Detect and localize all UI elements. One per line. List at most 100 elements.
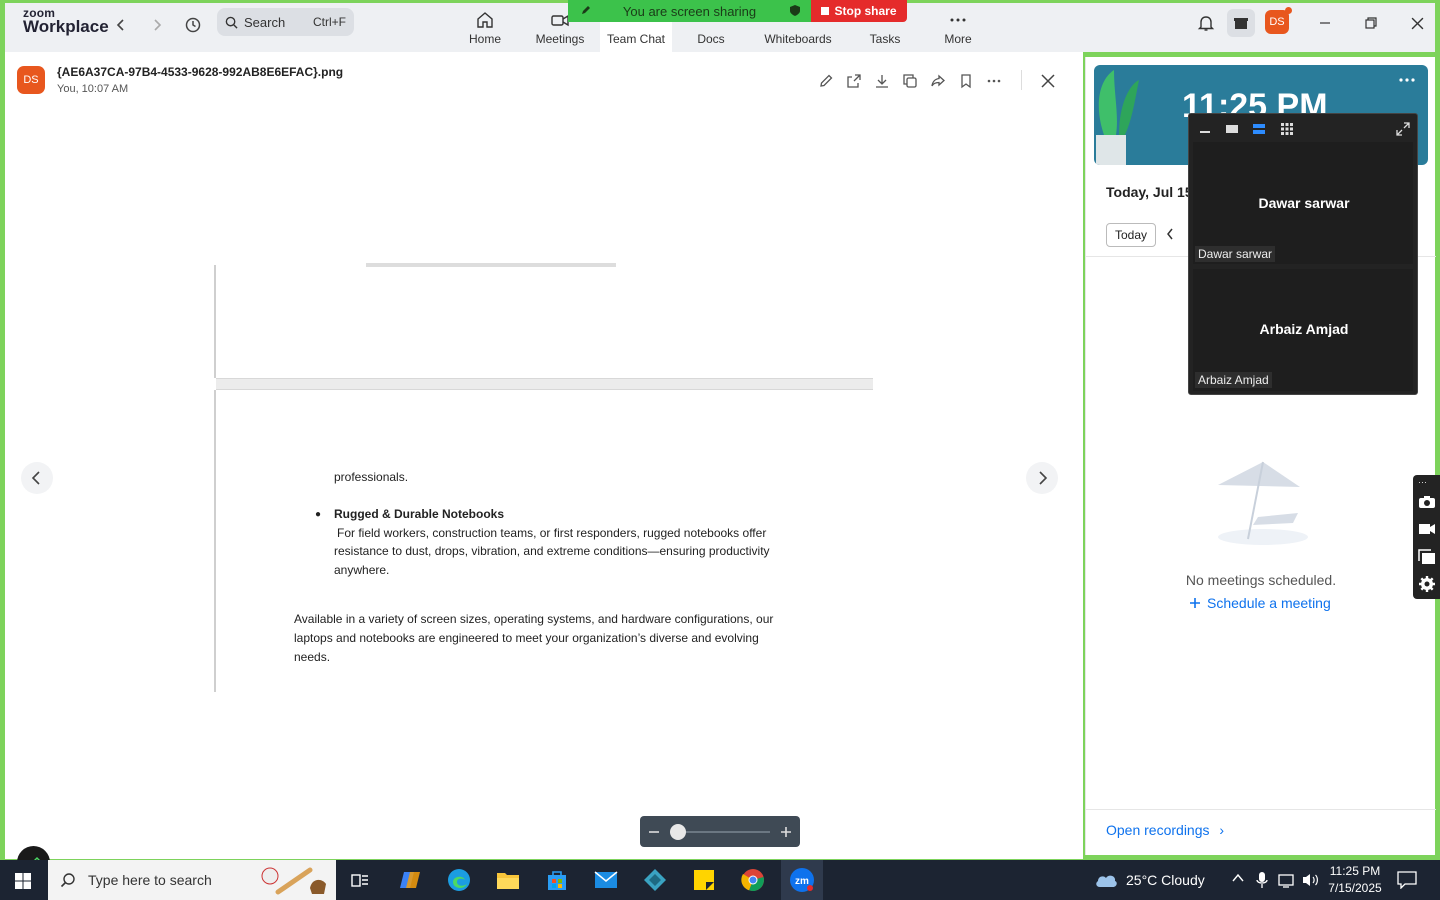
previous-image-button[interactable] [21, 462, 53, 494]
close-window-icon[interactable] [1402, 11, 1432, 35]
side-tools-more-icon[interactable]: ⋯ [1418, 477, 1427, 488]
today-button[interactable]: Today [1106, 223, 1156, 247]
copilot-icon[interactable] [396, 866, 424, 894]
expand-icon[interactable] [1393, 120, 1413, 138]
open-external-icon[interactable] [843, 70, 865, 92]
gallery-view-icon[interactable] [1277, 120, 1297, 138]
store-icon[interactable] [543, 866, 571, 894]
bullet-body-line-3: anywhere. [334, 563, 390, 577]
microphone-icon[interactable] [1256, 871, 1268, 889]
camera-icon[interactable] [1418, 495, 1436, 509]
network-icon[interactable] [1278, 872, 1296, 888]
notification-dot [1285, 7, 1292, 14]
chrome-icon[interactable] [739, 866, 767, 894]
system-date: 7/15/2025 [1328, 881, 1382, 895]
download-icon[interactable] [871, 70, 893, 92]
zoom-app-icon[interactable]: zm [788, 866, 816, 894]
share-forward-icon[interactable] [927, 70, 949, 92]
plant-icon [1096, 70, 1139, 165]
recordings-divider [1086, 809, 1436, 810]
windows-start-icon[interactable] [14, 872, 32, 890]
tab-home[interactable]: Home [465, 3, 505, 52]
calendar-date: Today, Jul 15 [1106, 184, 1193, 200]
strip-view-icon[interactable] [1249, 120, 1269, 138]
user-avatar[interactable]: DS [1265, 10, 1289, 34]
bullet-body-line-1: For field workers, construction teams, o… [337, 526, 767, 540]
gift-icon[interactable] [1227, 9, 1255, 37]
record-video-icon[interactable] [1418, 522, 1436, 536]
no-meetings-text: No meetings scheduled. [1185, 572, 1337, 588]
search-box[interactable]: Search Ctrl+F [217, 8, 354, 36]
clock-more-icon[interactable] [1399, 77, 1415, 83]
open-recordings-link[interactable]: Open recordings › [1106, 822, 1224, 838]
volume-icon[interactable] [1302, 872, 1320, 888]
minimize-video-icon[interactable] [1195, 120, 1215, 138]
floating-side-tools: ⋯ [1413, 475, 1440, 599]
calendar-prev-icon[interactable] [1166, 228, 1174, 240]
settings-gear-icon[interactable] [1418, 575, 1436, 593]
close-viewer-icon[interactable] [1037, 70, 1059, 92]
edge-browser-icon[interactable] [445, 866, 473, 894]
weather-widget[interactable]: 25°C Cloudy [1094, 860, 1205, 900]
file-name: {AE6A37CA-97B4-4533-9628-992AB8E6EFAC}.p… [57, 65, 344, 79]
speaker-view-icon[interactable] [1222, 120, 1242, 138]
file-explorer-icon[interactable] [494, 866, 522, 894]
window-icon[interactable] [1418, 549, 1436, 565]
bell-icon[interactable] [1191, 11, 1221, 35]
chevron-up-icon[interactable] [1232, 872, 1244, 884]
tab-more[interactable]: More [939, 3, 977, 52]
history-icon[interactable] [181, 13, 205, 37]
file-meta: You, 10:07 AM [57, 83, 129, 95]
zoom-slider[interactable] [670, 823, 770, 840]
screen-sharing-text: You are screen sharing [622, 3, 757, 19]
notification-center-icon[interactable] [1397, 871, 1417, 889]
baseball-bat-icon [260, 864, 330, 896]
restore-icon[interactable] [1356, 11, 1386, 35]
file-owner-avatar: DS [17, 66, 45, 94]
more-options-icon[interactable] [983, 70, 1005, 92]
tab-whiteboards-label: Whiteboards [764, 32, 832, 46]
participant-1-name: Dawar sarwar [1258, 195, 1350, 211]
system-time: 11:25 PM [1329, 864, 1381, 878]
system-clock[interactable]: 11:25 PM 7/15/2025 [1326, 863, 1384, 897]
bullet-body-line-2: resistance to dust, drops, vibration, an… [334, 544, 770, 558]
tab-home-label: Home [468, 32, 501, 46]
participant-2-name: Arbaiz Amjad [1259, 321, 1349, 337]
toolbar-divider [1021, 70, 1022, 90]
taskbar-search[interactable]: Type here to search [48, 860, 336, 900]
sticky-notes-icon[interactable] [690, 866, 718, 894]
minimize-icon[interactable] [1310, 11, 1340, 35]
next-image-button[interactable] [1026, 462, 1058, 494]
top-bar: zoom Workplace Search Ctrl+F Home Meetin… [5, 0, 1435, 52]
schedule-meeting-link[interactable]: Schedule a meeting [1189, 595, 1331, 611]
zoom-in-icon[interactable] [780, 826, 792, 838]
back-arrow-icon[interactable] [109, 13, 133, 37]
copy-icon[interactable] [899, 70, 921, 92]
cloud-icon [1094, 872, 1118, 888]
stop-share-label: Stop share [834, 4, 897, 18]
forward-arrow-icon[interactable] [145, 13, 169, 37]
video-camera-icon [551, 11, 569, 32]
bookmark-icon[interactable] [955, 70, 977, 92]
document-page-upper [214, 263, 868, 378]
doc-paragraph-end: professionals. [334, 470, 409, 484]
bullet-title: Rugged & Durable Notebooks [334, 507, 505, 521]
zoom-slider-knob[interactable] [670, 823, 686, 840]
search-shortcut: Ctrl+F [313, 15, 346, 29]
mail-icon[interactable] [592, 866, 620, 894]
app-diamond-icon[interactable] [641, 866, 669, 894]
meeting-video-panel[interactable]: Dawar sarwar Dawar sarwar Arbaiz Amjad A… [1188, 113, 1418, 395]
edit-icon[interactable] [815, 70, 837, 92]
screen-sharing-banner[interactable]: You are screen sharing [568, 0, 811, 22]
task-view-icon[interactable] [346, 866, 374, 894]
zoom-out-icon[interactable] [648, 826, 660, 838]
stop-share-button[interactable]: Stop share [811, 0, 907, 22]
plus-icon [1189, 597, 1201, 609]
open-recordings-label: Open recordings [1106, 822, 1210, 838]
zoom-control[interactable] [640, 816, 800, 847]
logo-workplace: Workplace [23, 17, 109, 36]
weather-text: 25°C Cloudy [1126, 872, 1205, 888]
shield-icon [789, 4, 801, 17]
closing-line-1: Available in a variety of screen sizes, … [294, 612, 774, 626]
page-separator [216, 378, 873, 390]
